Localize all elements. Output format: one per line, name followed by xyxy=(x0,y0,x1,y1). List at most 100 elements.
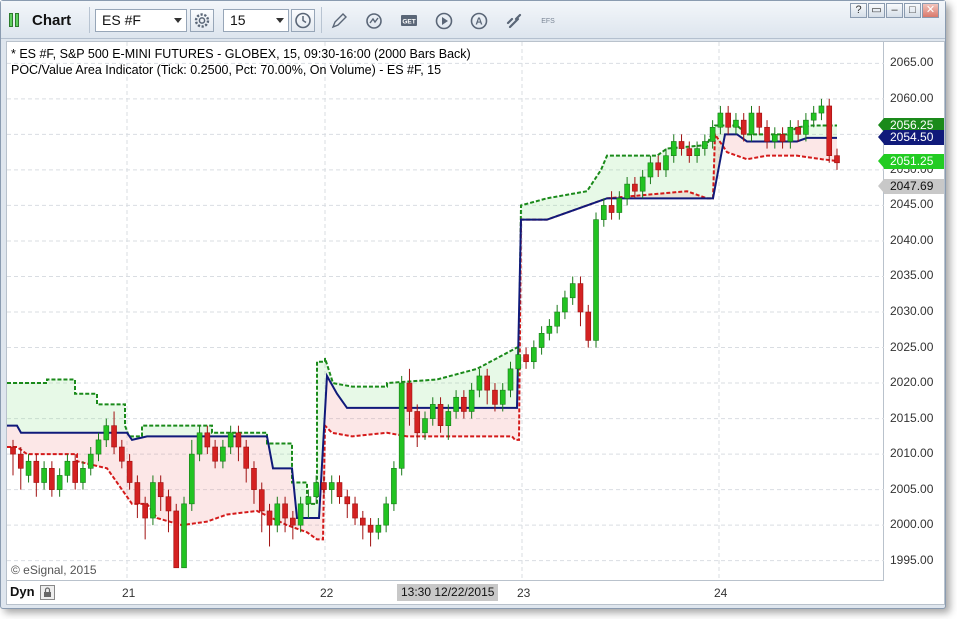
candle-body xyxy=(756,112,763,128)
candle-body xyxy=(569,283,576,299)
candle-body xyxy=(25,460,32,476)
price-tick-label: 2030.00 xyxy=(890,304,934,318)
study-button[interactable] xyxy=(364,11,384,31)
restore-button[interactable]: ▭ xyxy=(868,3,885,18)
candle-body xyxy=(391,468,397,505)
window-title: Chart xyxy=(32,12,72,29)
time-label-23: 23 xyxy=(517,586,531,600)
candle-body xyxy=(445,411,452,426)
candle-body xyxy=(290,517,296,526)
maximize-button[interactable]: □ xyxy=(904,3,921,18)
interval-combo[interactable]: 15 xyxy=(223,9,289,32)
interval-clock-button[interactable] xyxy=(291,9,315,32)
candle-body xyxy=(142,503,148,519)
get-label: GET xyxy=(402,19,415,26)
candle-body xyxy=(375,524,382,533)
help-button[interactable]: ? xyxy=(850,3,867,18)
cursor-time-readout: 13:30 12/22/2015 xyxy=(397,584,499,601)
refresh-icon xyxy=(366,13,382,29)
candle-body xyxy=(119,446,125,462)
candle-body xyxy=(56,475,63,490)
chevron-down-icon[interactable] xyxy=(276,18,284,23)
candle-body xyxy=(725,112,731,128)
gear-icon xyxy=(194,13,210,28)
candle-body xyxy=(134,482,141,505)
candle-body xyxy=(686,148,693,156)
candle-body xyxy=(639,176,646,192)
copyright-text: © eSignal, 2015 xyxy=(11,563,97,577)
chart-window: Chart ES #F 15 GET A EFS ? ▭ – □ ✕ * ES … xyxy=(0,0,946,609)
time-label-21: 21 xyxy=(122,586,136,600)
candle-body xyxy=(531,347,537,363)
price-tick-label: 2000.00 xyxy=(890,517,934,532)
time-label-24: 24 xyxy=(714,586,728,600)
price-tick-label: 2060.00 xyxy=(890,90,934,105)
price-tick-label: 2010.00 xyxy=(890,446,934,461)
candle-body xyxy=(212,446,218,462)
candle-body xyxy=(196,432,203,455)
toolbar-separator xyxy=(321,7,322,33)
candle-body xyxy=(515,354,522,370)
candle-body xyxy=(313,482,319,498)
clock-icon xyxy=(295,12,311,29)
candle-body xyxy=(305,496,312,505)
alert-button[interactable]: A xyxy=(469,11,489,31)
candle-body xyxy=(655,162,662,171)
candle-body xyxy=(772,134,778,142)
efs-label: EFS xyxy=(541,18,555,25)
symbol-settings-button[interactable] xyxy=(190,9,214,32)
chart-plot-area[interactable]: * ES #F, S&P 500 E-MINI FUTURES - GLOBEX… xyxy=(6,41,885,582)
candle-body xyxy=(818,105,825,114)
candle-body xyxy=(694,148,700,156)
candle-body xyxy=(150,482,156,519)
candle-body xyxy=(33,460,40,483)
interval-value: 15 xyxy=(230,12,246,28)
candle-body xyxy=(157,482,164,498)
price-tick-label: 2045.00 xyxy=(890,197,934,212)
candle-body xyxy=(779,134,786,142)
time-axis[interactable]: Dyn 21 22 13:30 12/22/2015 23 24 xyxy=(6,581,945,605)
candle-body xyxy=(670,141,677,156)
candle-body xyxy=(235,432,242,448)
candle-body xyxy=(577,283,584,313)
replay-button[interactable] xyxy=(434,11,454,31)
link-button[interactable] xyxy=(504,11,524,31)
link-icon xyxy=(506,13,522,29)
dyn-label[interactable]: Dyn xyxy=(10,584,35,599)
draw-tool-button[interactable] xyxy=(329,11,349,31)
candle-body xyxy=(507,368,514,391)
price-axis[interactable]: 2065.002060.002055.002050.002045.002040.… xyxy=(878,41,945,581)
minimize-button[interactable]: – xyxy=(886,3,903,18)
candle-body xyxy=(523,354,529,363)
chevron-down-icon[interactable] xyxy=(174,18,182,23)
price-tick-label: 2065.00 xyxy=(890,55,934,70)
toolbar-separator xyxy=(89,7,90,33)
price-tag-label: 2054.50 xyxy=(890,130,934,145)
candle-body xyxy=(593,219,599,341)
lock-icon[interactable] xyxy=(40,585,55,600)
candle-body xyxy=(468,389,475,412)
candle-body xyxy=(748,112,755,135)
candle-body xyxy=(251,468,257,490)
a-icon: A xyxy=(470,12,488,30)
candle-body xyxy=(810,112,817,121)
efs-button[interactable]: EFS xyxy=(538,11,558,31)
candle-body xyxy=(826,105,833,156)
candle-body xyxy=(406,382,413,412)
price-tick-label: 2020.00 xyxy=(890,375,934,390)
candle-body xyxy=(632,183,638,192)
price-tick-label: 1995.00 xyxy=(890,552,934,567)
price-tag: 2051.25 xyxy=(878,153,944,169)
candle-body xyxy=(546,325,553,334)
candle-body xyxy=(227,432,234,448)
candle-body xyxy=(383,503,389,526)
get-data-button[interactable]: GET xyxy=(399,11,419,31)
price-tick-label: 2015.00 xyxy=(890,410,934,425)
efs-icon: EFS xyxy=(541,18,555,25)
candle-body xyxy=(600,205,607,220)
candle-body xyxy=(220,446,226,462)
close-button[interactable]: ✕ xyxy=(922,3,939,18)
symbol-combo[interactable]: ES #F xyxy=(95,9,187,32)
candle-body xyxy=(398,382,405,469)
legend-indicator-line: POC/Value Area Indicator (Tick: 0.2500, … xyxy=(11,63,442,77)
